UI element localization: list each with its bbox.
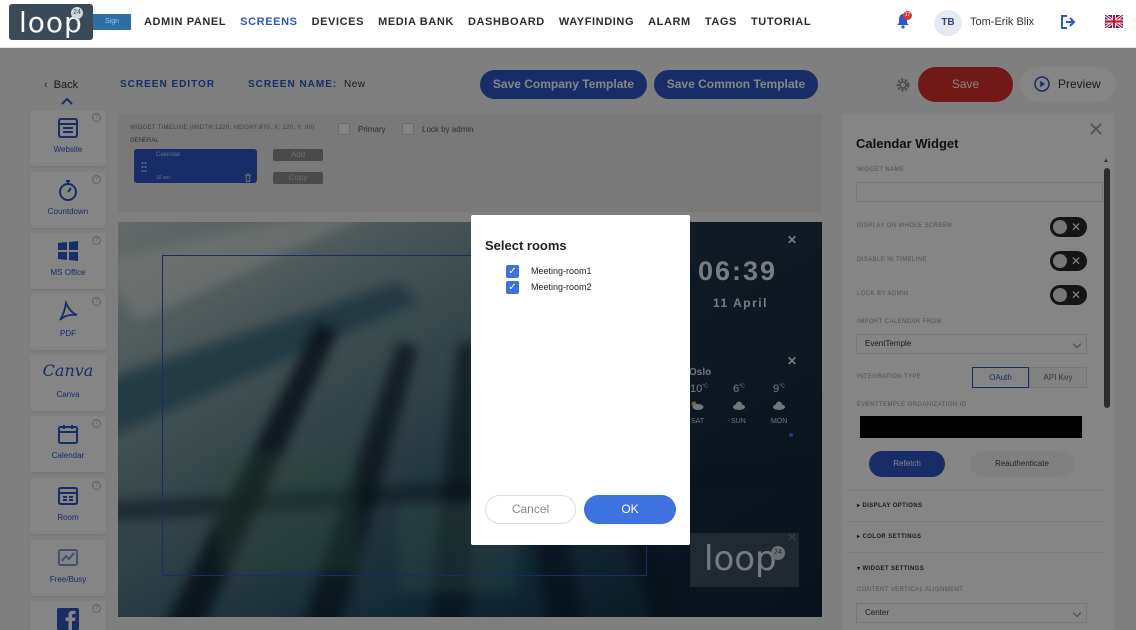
avatar[interactable]: TB	[934, 10, 962, 36]
checkbox-checked-icon[interactable]: ✓	[506, 281, 519, 294]
dialog-title: Select rooms	[485, 238, 567, 253]
loop-logo[interactable]: loop 24	[9, 4, 93, 40]
room-label: Meeting-room2	[531, 282, 592, 292]
notification-badge: 17	[903, 11, 912, 20]
main-nav: ADMIN PANEL SCREENS DEVICES MEDIA BANK D…	[144, 16, 825, 28]
nav-dashboard[interactable]: DASHBOARD	[468, 16, 545, 28]
nav-tags[interactable]: TAGS	[705, 16, 737, 28]
checkbox-checked-icon[interactable]: ✓	[506, 265, 519, 278]
select-rooms-dialog: Select rooms ✓ Meeting-room1 ✓ Meeting-r…	[471, 215, 690, 545]
nav-screens[interactable]: SCREENS	[240, 16, 297, 28]
room-label: Meeting-room1	[531, 266, 592, 276]
logo-badge: 24	[71, 7, 83, 19]
nav-tutorial[interactable]: TUTORIAL	[751, 16, 811, 28]
top-nav: loop 24 Sign ADMIN PANEL SCREENS DEVICES…	[0, 0, 1136, 48]
nav-admin-panel[interactable]: ADMIN PANEL	[144, 16, 226, 28]
ok-button[interactable]: OK	[584, 495, 676, 524]
nav-devices[interactable]: DEVICES	[312, 16, 365, 28]
user-name[interactable]: Tom-Erik Blix	[970, 16, 1034, 28]
cancel-button[interactable]: Cancel	[485, 495, 576, 524]
uk-flag-icon[interactable]	[1105, 15, 1123, 28]
nav-media-bank[interactable]: MEDIA BANK	[378, 16, 454, 28]
logout-icon[interactable]	[1060, 14, 1076, 30]
nav-wayfinding[interactable]: WAYFINDING	[559, 16, 634, 28]
nav-alarm[interactable]: ALARM	[648, 16, 691, 28]
sign-chip: Sign	[93, 14, 131, 30]
